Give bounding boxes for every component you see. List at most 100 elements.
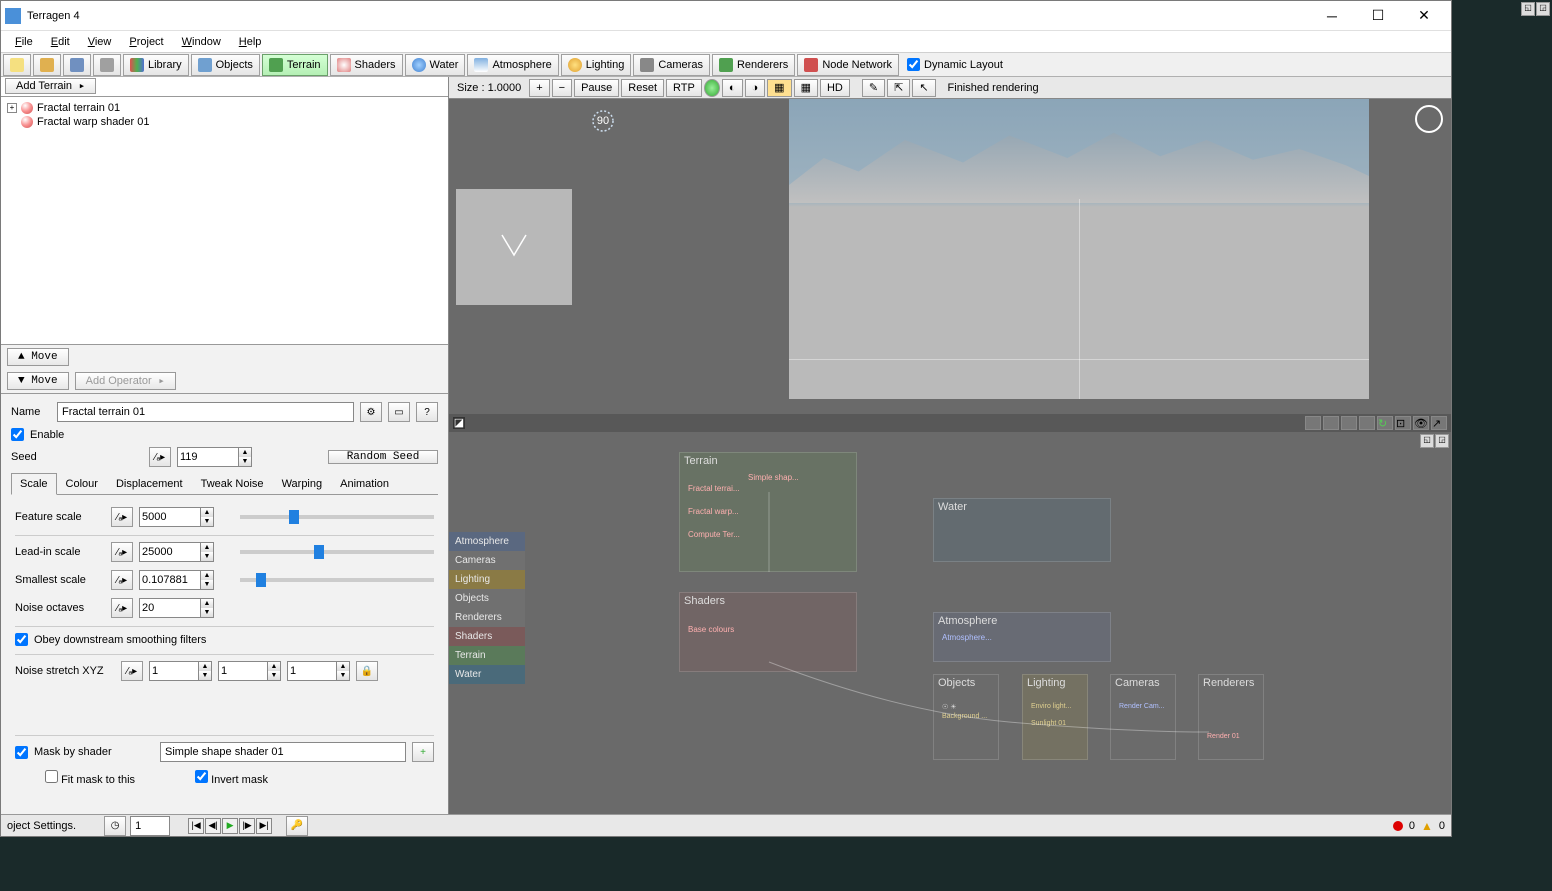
- save-button[interactable]: [63, 54, 91, 76]
- group-water[interactable]: Water: [933, 498, 1111, 562]
- play-button[interactable]: ▶: [222, 818, 238, 834]
- node-background[interactable]: Background ...: [942, 713, 990, 720]
- rtp-button[interactable]: RTP: [666, 79, 702, 97]
- node-sunlight[interactable]: Sunlight 01: [1031, 720, 1079, 727]
- tree-item-fractal-terrain[interactable]: +Fractal terrain 01: [5, 101, 444, 115]
- nt5-button[interactable]: ⊡: [1395, 416, 1411, 430]
- name-input[interactable]: [57, 402, 354, 422]
- feature-scale-input[interactable]: [139, 507, 201, 527]
- add-terrain-button[interactable]: Add Terrain ▸: [5, 78, 96, 94]
- lock-icon[interactable]: 🔒: [356, 661, 378, 681]
- node-compute[interactable]: Compute Ter...: [688, 530, 848, 539]
- group-cameras[interactable]: Cameras Render Cam...: [1110, 674, 1176, 760]
- nt2-button[interactable]: [1323, 416, 1339, 430]
- project-settings-label[interactable]: oject Settings.: [7, 820, 76, 832]
- anim-icon[interactable]: ⁄ₐ▸: [111, 598, 133, 618]
- error-icon[interactable]: [1393, 821, 1403, 831]
- menu-window[interactable]: Window: [174, 34, 229, 50]
- eye-icon[interactable]: 👁: [1413, 416, 1429, 430]
- cat-water[interactable]: Water: [449, 665, 525, 684]
- menu-project[interactable]: Project: [121, 34, 171, 50]
- nt6-button[interactable]: ↗: [1431, 416, 1447, 430]
- frame-input[interactable]: [130, 816, 170, 836]
- enable-checkbox[interactable]: Enable: [11, 428, 438, 441]
- dynamic-layout-checkbox[interactable]: Dynamic Layout: [907, 58, 1003, 71]
- anim-icon[interactable]: ⁄ₐ▸: [149, 447, 171, 467]
- tool4-button[interactable]: ▦: [794, 79, 818, 97]
- node-fractal-warp[interactable]: Fractal warp...: [688, 507, 848, 516]
- node-render-cam[interactable]: Render Cam...: [1119, 703, 1167, 710]
- leadin-scale-slider[interactable]: [240, 550, 434, 554]
- add-operator-button[interactable]: Add Operator ▸: [75, 372, 176, 390]
- close-button[interactable]: ✕: [1401, 2, 1447, 30]
- restore-icon[interactable]: ◱: [1420, 434, 1434, 448]
- cat-shaders[interactable]: Shaders: [449, 627, 525, 646]
- water-button[interactable]: Water: [405, 54, 466, 76]
- anim-icon[interactable]: ⁄ₐ▸: [111, 507, 133, 527]
- camera-gizmo-icon[interactable]: 90: [589, 107, 617, 135]
- size-plus-button[interactable]: +: [529, 79, 549, 97]
- view3d-button[interactable]: [93, 54, 121, 76]
- node-enviro[interactable]: Enviro light...: [1031, 703, 1079, 710]
- stretch-x-input[interactable]: [149, 661, 199, 681]
- pause-button[interactable]: Pause: [574, 79, 619, 97]
- group-objects[interactable]: Objects ☉ ☀ Background ...: [933, 674, 999, 760]
- noise-octaves-input[interactable]: [139, 598, 201, 618]
- max-icon[interactable]: ◲: [1435, 434, 1449, 448]
- shaders-button[interactable]: Shaders: [330, 54, 403, 76]
- last-frame-button[interactable]: ▶|: [256, 818, 272, 834]
- nt1-button[interactable]: [1305, 416, 1321, 430]
- prev-frame-button[interactable]: ◀|: [205, 818, 221, 834]
- seed-input[interactable]: [177, 447, 239, 467]
- node-fractal-terrain[interactable]: Fractal terrai...: [688, 484, 848, 493]
- fit-mask-checkbox[interactable]: Fit mask to this: [45, 770, 135, 786]
- smallest-scale-slider[interactable]: [240, 578, 434, 582]
- hd-button[interactable]: HD: [820, 79, 850, 97]
- tab-colour[interactable]: Colour: [57, 473, 107, 495]
- anim-icon[interactable]: ⁄ₐ▸: [111, 570, 133, 590]
- node-render01[interactable]: Render 01: [1207, 733, 1255, 740]
- contrast-icon[interactable]: ◪: [453, 417, 465, 429]
- brush-icon[interactable]: ✎: [862, 79, 885, 97]
- terrain-button[interactable]: Terrain: [262, 54, 328, 76]
- menu-edit[interactable]: Edit: [43, 34, 78, 50]
- tab-animation[interactable]: Animation: [331, 473, 398, 495]
- tab-tweak-noise[interactable]: Tweak Noise: [192, 473, 273, 495]
- mask-shader-input[interactable]: [160, 742, 406, 762]
- key-icon[interactable]: 🔑: [286, 816, 308, 836]
- first-frame-button[interactable]: |◀: [188, 818, 204, 834]
- dropper-icon[interactable]: ⇱: [887, 79, 910, 97]
- anim-icon[interactable]: ⁄ₐ▸: [111, 542, 133, 562]
- green-orb-icon[interactable]: [704, 79, 720, 97]
- cat-lighting[interactable]: Lighting: [449, 570, 525, 589]
- smallest-scale-input[interactable]: [139, 570, 201, 590]
- clock-icon[interactable]: ◷: [104, 816, 126, 836]
- tool2-button[interactable]: ◑: [745, 79, 766, 97]
- invert-mask-checkbox[interactable]: Invert mask: [195, 770, 268, 786]
- tool1-button[interactable]: ◐: [722, 79, 743, 97]
- size-minus-button[interactable]: −: [552, 79, 572, 97]
- tree-item-fractal-warp[interactable]: Fractal warp shader 01: [5, 115, 444, 129]
- gear-icon[interactable]: ⚙: [360, 402, 382, 422]
- group-atmosphere[interactable]: Atmosphere Atmosphere...: [933, 612, 1111, 662]
- tab-displacement[interactable]: Displacement: [107, 473, 192, 495]
- menu-help[interactable]: Help: [231, 34, 270, 50]
- preview-icon[interactable]: ▭: [388, 402, 410, 422]
- group-lighting[interactable]: Lighting Enviro light... Sunlight 01: [1022, 674, 1088, 760]
- node-network-button[interactable]: Node Network: [797, 54, 899, 76]
- minimize-button[interactable]: ─: [1309, 2, 1355, 30]
- cat-renderers[interactable]: Renderers: [449, 608, 525, 627]
- cursor-icon[interactable]: ↖: [912, 79, 935, 97]
- stretch-y-input[interactable]: [218, 661, 268, 681]
- refresh-icon[interactable]: ↻: [1377, 416, 1393, 430]
- renderers-button[interactable]: Renderers: [712, 54, 795, 76]
- tab-scale[interactable]: Scale: [11, 473, 57, 495]
- help-icon[interactable]: ?: [416, 402, 438, 422]
- node-network-view[interactable]: ◱◲ Atmosphere Cameras Lighting Objects R…: [449, 432, 1451, 814]
- menu-view[interactable]: View: [80, 34, 120, 50]
- maximize-button[interactable]: ☐: [1355, 2, 1401, 30]
- leadin-scale-input[interactable]: [139, 542, 201, 562]
- stretch-z-input[interactable]: [287, 661, 337, 681]
- group-renderers[interactable]: Renderers Render 01: [1198, 674, 1264, 760]
- cat-objects[interactable]: Objects: [449, 589, 525, 608]
